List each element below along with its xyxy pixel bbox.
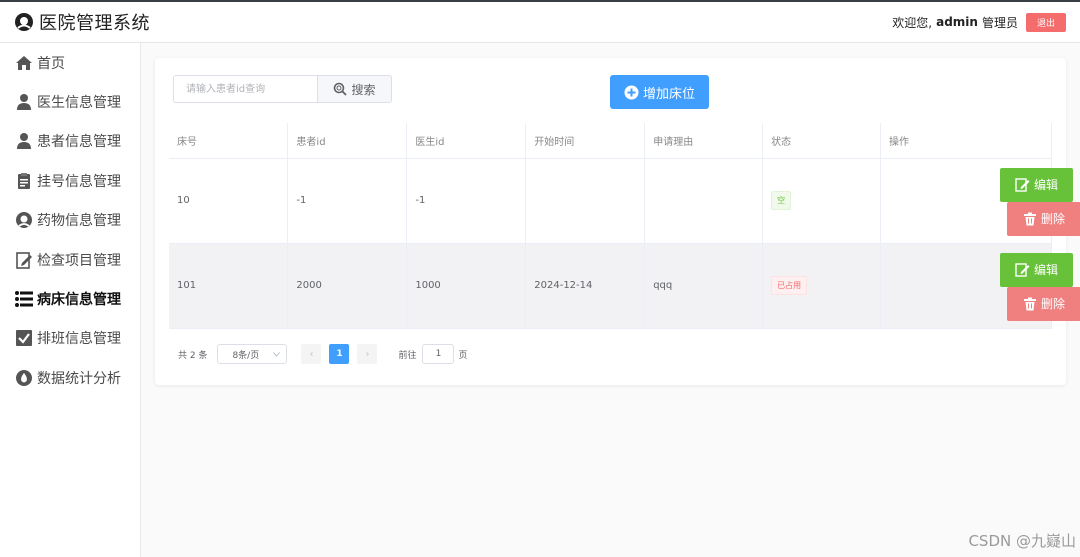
table-header-row: 床号 患者id 医生id 开始时间 申请理由 状态 操作 [169,123,1052,159]
header-status: 状态 [762,123,882,159]
brand: 医院管理系统 [14,9,150,35]
sidebar-item-label: 医生信息管理 [37,95,121,112]
cell-reason: qqq [644,243,764,329]
logout-button[interactable]: 退出 [1025,12,1066,32]
cell-patient: -1 [287,158,408,244]
check-box-icon [16,330,32,347]
sidebar-item-label: 患者信息管理 [37,134,121,151]
nurse-icon [16,212,32,229]
cell-status: 空 [762,158,882,244]
goto-suffix: 页 [458,350,468,361]
bed-table: 床号 患者id 医生id 开始时间 申请理由 状态 操作 10 -1 -1 空 [169,123,1080,329]
cell-start: 2024-12-14 [525,243,646,329]
cell-patient: 2000 [287,243,408,329]
search-icon [334,82,348,96]
sidebar-item-medicine[interactable]: 药物信息管理 [0,201,140,240]
goto-page-input[interactable] [422,344,455,364]
next-page-button[interactable]: › [357,344,378,364]
sidebar-item-label: 数据统计分析 [37,370,121,387]
header-start: 开始时间 [525,123,646,159]
header-bed: 床号 [169,123,289,159]
user-role: 管理员 [981,15,1018,30]
trash-icon [1024,297,1037,310]
sidebar-item-statistics[interactable]: 数据统计分析 [0,358,140,397]
user-icon [17,94,31,111]
table-row: 101 2000 1000 2024-12-14 qqq 已占用 编辑 删除 [169,243,1080,329]
watermark: CSDN @九嶷山 [968,532,1076,550]
add-circle-icon [624,85,639,99]
chevron-right-icon: › [365,348,370,360]
header-actions: 操作 [880,123,1052,159]
edit-label: 编辑 [1034,263,1059,277]
delete-button[interactable]: 删除 [1007,201,1080,236]
drop-icon [16,369,32,386]
sidebar-item-patients[interactable]: 患者信息管理 [0,122,140,161]
add-bed-button[interactable]: 增加床位 [610,75,709,109]
clipboard-icon [18,172,30,189]
cell-doctor: -1 [406,158,527,244]
page-size-value: 8条/页 [232,350,260,361]
sidebar-item-schedule[interactable]: 排班信息管理 [0,319,140,358]
chevron-down-icon [273,351,281,357]
main-content: 搜索 增加床位 床号 患者id 医生id 开始时间 申请理由 状态 操作 1 [141,43,1080,557]
cell-reason [644,158,764,244]
delete-button[interactable]: 删除 [1007,286,1080,321]
cell-actions: 编辑 删除 [880,158,1080,244]
user-area: 欢迎您, admin 管理员 退出 [892,12,1066,32]
delete-label: 删除 [1041,297,1066,311]
sidebar-item-home[interactable]: 首页 [0,43,140,82]
sidebar-item-doctors[interactable]: 医生信息管理 [0,82,140,121]
top-header: 医院管理系统 欢迎您, admin 管理员 退出 [0,0,1080,43]
goto-label: 前往 [398,350,417,361]
header-patient: 患者id [287,123,408,159]
total-count: 共 2 条 [178,350,208,361]
edit-button[interactable]: 编辑 [1000,167,1074,202]
delete-label: 删除 [1041,212,1066,226]
edit-label: 编辑 [1034,178,1059,192]
sidebar-item-label: 药物信息管理 [37,213,121,230]
status-badge: 已占用 [771,276,808,295]
edit-icon [1015,178,1030,192]
page-number-1[interactable]: 1 [329,344,350,364]
search-button-label: 搜索 [351,82,376,97]
header-reason: 申请理由 [644,123,764,159]
sidebar-item-registration[interactable]: 挂号信息管理 [0,161,140,200]
sidebar-item-checkups[interactable]: 检查项目管理 [0,240,140,279]
sidebar-item-beds[interactable]: 病床信息管理 [0,279,140,318]
sidebar-item-label: 挂号信息管理 [37,173,121,190]
chevron-left-icon: ‹ [309,348,314,360]
user-icon [17,133,31,150]
sidebar-item-label: 病床信息管理 [37,292,121,309]
sidebar-item-label: 首页 [37,55,65,72]
status-badge: 空 [771,191,792,210]
prev-page-button[interactable]: ‹ [301,344,322,364]
cell-actions: 编辑 删除 [880,243,1080,329]
page-size-select[interactable]: 8条/页 [217,344,288,364]
sidebar: 首页 医生信息管理 患者信息管理 挂号信息管理 药物信息管理 检查项目管理 病床… [0,43,141,557]
cell-bed: 101 [169,243,289,329]
search-button[interactable]: 搜索 [317,75,392,103]
cell-doctor: 1000 [406,243,527,329]
cell-start [525,158,646,244]
sidebar-item-label: 检查项目管理 [37,252,121,269]
nurse-logo-icon [15,13,33,31]
table-row: 10 -1 -1 空 编辑 删除 [169,158,1080,244]
home-icon [16,55,32,70]
edit-button[interactable]: 编辑 [1000,252,1074,287]
search-input[interactable] [173,75,318,103]
edit-icon [1015,263,1030,277]
welcome-text: 欢迎您, [892,15,933,30]
app-title: 医院管理系统 [39,13,150,34]
edit-doc-icon [16,251,32,269]
cell-bed: 10 [169,158,289,244]
cell-status: 已占用 [762,243,882,329]
trash-icon [1024,212,1037,225]
list-icon [15,291,33,308]
bed-card: 搜索 增加床位 床号 患者id 医生id 开始时间 申请理由 状态 操作 1 [155,58,1080,385]
sidebar-item-label: 排班信息管理 [37,331,121,348]
pagination: 共 2 条 8条/页 ‹ 1 › 前往 页 [178,344,467,364]
header-doctor: 医生id [406,123,527,159]
username: admin [936,15,978,29]
add-bed-label: 增加床位 [642,86,695,102]
